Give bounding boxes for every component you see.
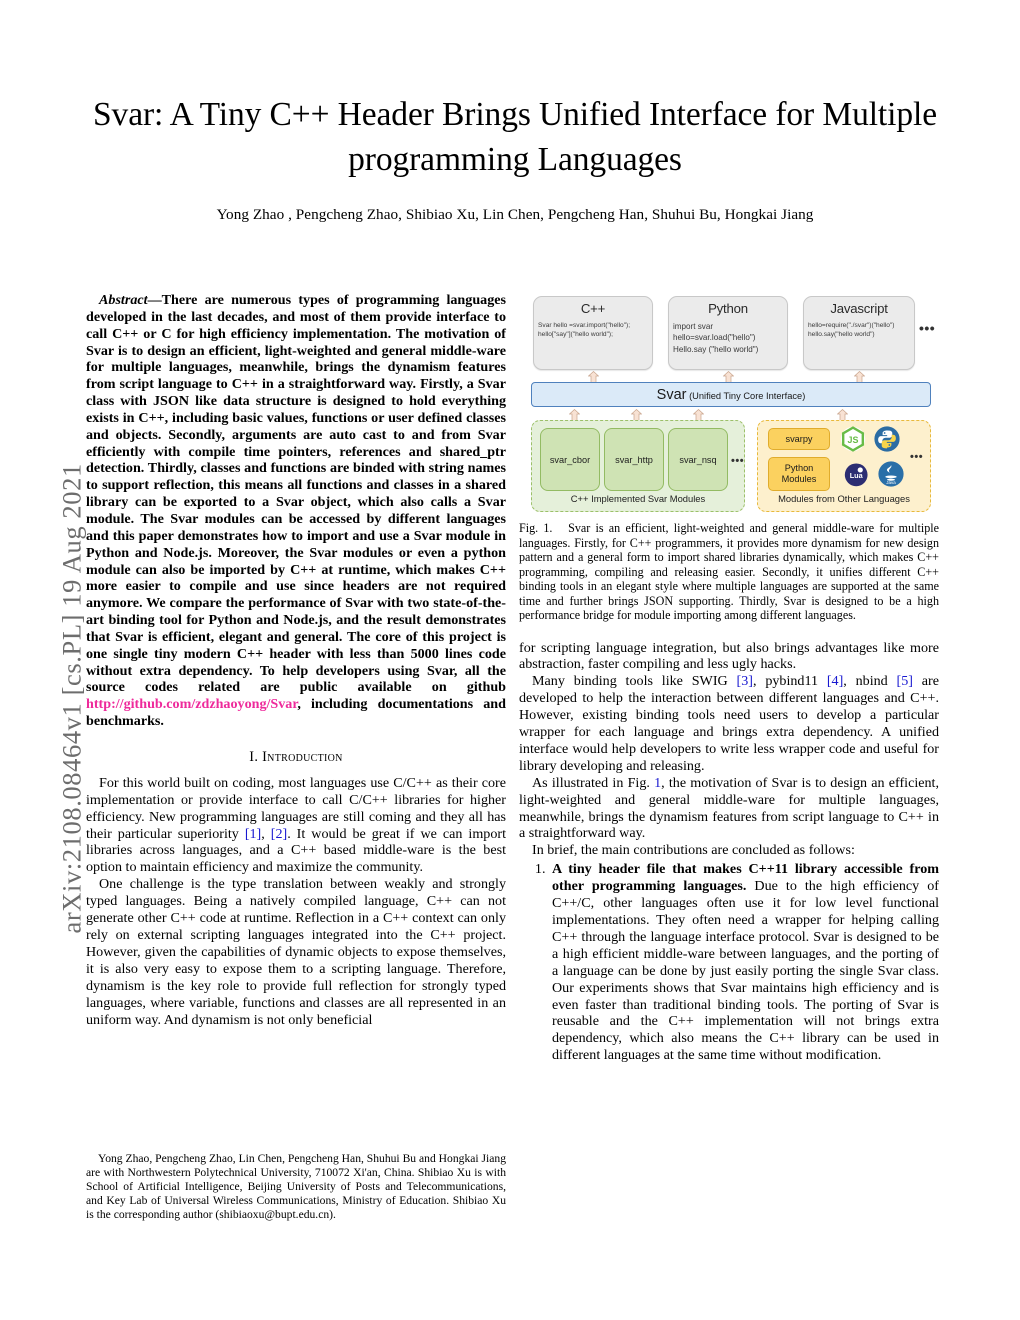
figure-caption-text: Svar is an efficient, light-weighted and…	[519, 521, 939, 622]
footnote-affiliations: Yong Zhao, Pengcheng Zhao, Lin Chen, Pen…	[86, 1152, 506, 1221]
contributions-list: A tiny header file that makes C++11 libr…	[519, 861, 939, 1064]
java-logo-icon: Java	[878, 461, 904, 487]
citation-2[interactable]: [2]	[271, 826, 287, 842]
citation-3[interactable]: [3]	[737, 673, 753, 689]
right-column: C++ Svar hello =svar.import("hello"); he…	[519, 292, 939, 1064]
right-col-paragraph-figure-ref: As illustrated in Fig. 1, the motivation…	[519, 775, 939, 843]
lua-logo-icon: Lua	[844, 463, 868, 487]
lang-box-javascript-title: Javascript	[830, 301, 888, 316]
abstract-heading: Abstract	[99, 292, 148, 308]
intro-p1-b: ,	[261, 825, 271, 842]
tools-a: Many binding tools like SWIG	[532, 673, 737, 690]
lang-more-dots: •••	[919, 320, 936, 336]
module-box-svarpy: svarpy	[768, 428, 830, 450]
other-languages-panel-caption: Modules from Other Languages	[778, 493, 910, 505]
lang-box-cpp-title: C++	[580, 301, 606, 316]
abstract-paragraph: Abstract—There are numerous types of pro…	[86, 292, 506, 730]
github-url-link[interactable]: http://github.com/zdzhaoyong/Svar	[86, 696, 297, 712]
cpp-modules-panel: svar_cbor svar_http svar_nsq ••• C++ Imp…	[531, 420, 745, 512]
footnote-rule	[86, 1143, 236, 1144]
lang-box-javascript: Javascript hello=require("./svar")("hell…	[803, 296, 915, 370]
lang-box-python: Python import svar hello=svar.load("hell…	[668, 296, 788, 370]
title-block: Svar: A Tiny C++ Header Brings Unified I…	[86, 92, 944, 224]
figref-a: As illustrated in Fig.	[532, 774, 655, 791]
python-logo-icon	[874, 426, 900, 452]
cpp-modules-panel-caption: C++ Implemented Svar Modules	[570, 493, 706, 505]
list-item: A tiny header file that makes C++11 libr…	[549, 861, 939, 1064]
paper-page: Svar: A Tiny C++ Header Brings Unified I…	[0, 0, 1020, 1320]
figure-caption-label: Fig. 1.	[519, 521, 553, 535]
svar-core-bar: Svar (Unified Tiny Core Interface)	[531, 382, 931, 407]
citation-1[interactable]: [1]	[245, 826, 261, 842]
left-column: Abstract—There are numerous types of pro…	[86, 292, 506, 1028]
figure-canvas: C++ Svar hello =svar.import("hello"); he…	[531, 296, 935, 514]
cpp-modules-more-dots: •••	[731, 455, 745, 467]
citation-4[interactable]: [4]	[827, 673, 843, 689]
figure-1-caption: Fig. 1. Svar is an efficient, light-weig…	[519, 521, 939, 623]
module-box-svar-cbor: svar_cbor	[540, 428, 600, 491]
svg-text:Lua: Lua	[850, 471, 864, 480]
right-col-paragraph-tools: Many binding tools like SWIG [3], pybind…	[519, 673, 939, 774]
lang-box-cpp-code: Svar hello =svar.import("hello"); hello[…	[538, 321, 631, 339]
other-languages-more-dots: •••	[910, 451, 924, 463]
tools-b: , pybind11	[752, 673, 827, 690]
author-list: Yong Zhao , Pengcheng Zhao, Shibiao Xu, …	[216, 206, 814, 223]
abstract-dash: —	[147, 292, 162, 308]
svg-text:JS: JS	[848, 435, 859, 445]
module-box-svar-http: svar_http	[604, 428, 664, 491]
nodejs-logo-icon: JS	[840, 426, 866, 452]
right-col-paragraph-continued: for scripting language integration, but …	[519, 639, 939, 673]
abstract-text-1: There are numerous types of programming …	[86, 292, 506, 696]
lang-box-javascript-code: hello=require("./svar")("hello") hello.s…	[808, 321, 895, 339]
module-box-python-modules: Python Modules	[768, 457, 830, 491]
tools-c: , nbind	[843, 673, 897, 690]
intro-paragraph-1: For this world built on coding, most lan…	[86, 775, 506, 876]
section-heading-introduction: I. Introduction	[249, 748, 343, 765]
lang-box-python-title: Python	[708, 301, 748, 316]
module-box-svar-nsq: svar_nsq	[668, 428, 728, 491]
svg-text:Java: Java	[886, 480, 896, 485]
page-title: Svar: A Tiny C++ Header Brings Unified I…	[93, 96, 937, 178]
intro-paragraph-2: One challenge is the type translation be…	[86, 876, 506, 1028]
lang-box-cpp: C++ Svar hello =svar.import("hello"); he…	[533, 296, 653, 370]
svar-bar-title: Svar	[656, 387, 687, 403]
citation-5[interactable]: [5]	[897, 673, 913, 689]
svar-bar-subtitle: (Unified Tiny Core Interface)	[686, 391, 806, 401]
right-col-paragraph-brief: In brief, the main contributions are con…	[532, 842, 855, 859]
figure-1: C++ Svar hello =svar.import("hello"); he…	[519, 292, 939, 514]
other-languages-panel: svarpy Python Modules JS Lua Java ••• Mo…	[757, 420, 931, 512]
contribution-1-rest: Due to the high efficiency of C++/C, oth…	[552, 878, 939, 1064]
lang-box-python-code: import svar hello=svar.load("hello") Hel…	[673, 321, 759, 354]
